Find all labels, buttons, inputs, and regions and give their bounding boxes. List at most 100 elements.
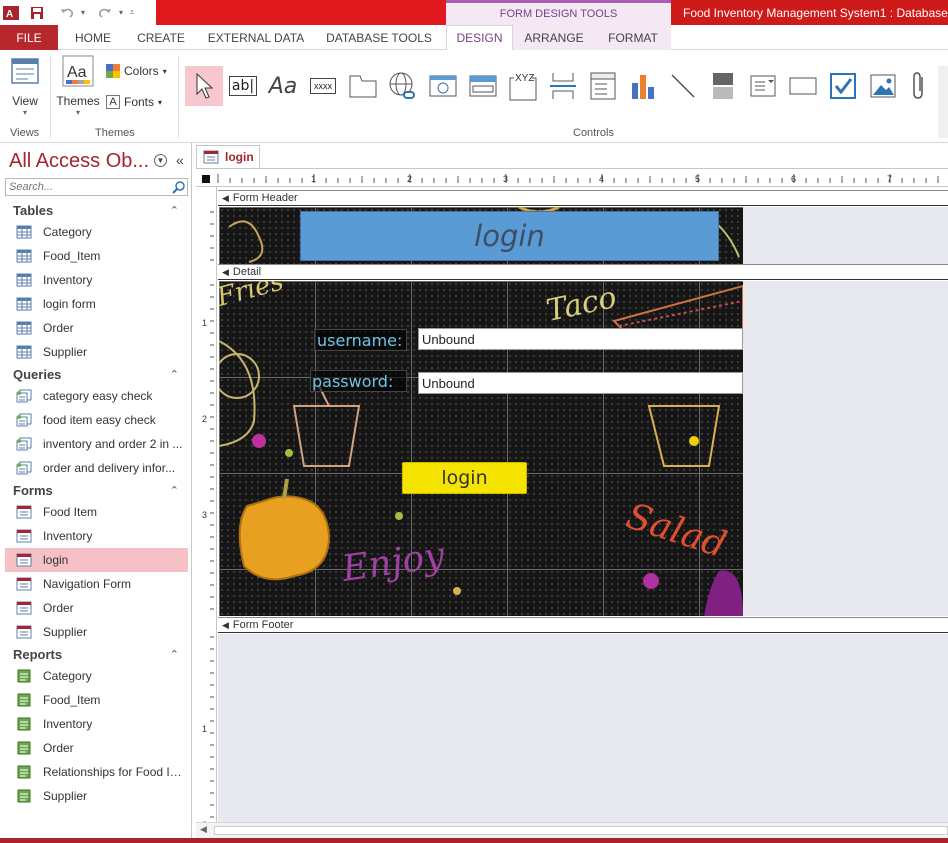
page-break-control-button[interactable] <box>544 66 582 106</box>
nav-search-input[interactable] <box>6 181 169 193</box>
attachment-control-button[interactable] <box>904 66 936 106</box>
nav-item-report[interactable]: Food_Item <box>0 688 191 712</box>
nav-item-form[interactable]: Inventory <box>0 524 191 548</box>
line-control-button[interactable] <box>664 66 702 106</box>
nav-item-table[interactable]: Category <box>0 220 191 244</box>
nav-item-form[interactable]: Food Item <box>0 500 191 524</box>
nav-item-form[interactable]: login <box>5 548 188 572</box>
nav-item-query[interactable]: order and delivery infor... <box>0 456 191 480</box>
nav-menu-dropdown-icon[interactable]: ▼ <box>154 153 167 167</box>
scroll-left-icon[interactable]: ◀ <box>200 824 207 835</box>
nav-group-queries[interactable]: Queries ⌃ <box>0 364 191 384</box>
collapse-group-icon[interactable]: ⌃ <box>170 484 179 497</box>
combo-box-control-button[interactable] <box>584 66 622 106</box>
colors-button[interactable]: Colors ▾ <box>106 64 167 78</box>
tab-database-tools[interactable]: DATABASE TOOLS <box>318 25 440 50</box>
collapse-pane-icon[interactable]: « <box>176 152 184 168</box>
tab-arrange[interactable]: ARRANGE <box>513 25 595 50</box>
controls-gallery-scrollbar[interactable] <box>938 66 948 138</box>
navigation-pane: All Access Ob... ▼ « Tables ⌃ Category Food… <box>0 143 192 838</box>
nav-item-query[interactable]: food item easy check <box>0 408 191 432</box>
image-control-button[interactable] <box>864 66 902 106</box>
report-icon <box>16 717 32 731</box>
nav-item-query[interactable]: category easy check <box>0 384 191 408</box>
nav-item-table[interactable]: Order <box>0 316 191 340</box>
label-control-button[interactable]: Aa <box>264 66 302 106</box>
horizontal-scrollbar[interactable]: ◀ <box>196 822 948 838</box>
access-app-icon[interactable]: A <box>0 2 22 24</box>
toggle-button-control-button[interactable] <box>704 66 742 106</box>
form-header-section-bar[interactable]: ◀ Form Header <box>218 190 948 206</box>
redo-dropdown-icon[interactable]: ▾ <box>116 2 126 24</box>
document-tab-divider <box>196 168 948 169</box>
nav-item-table[interactable]: Inventory <box>0 268 191 292</box>
nav-item-query[interactable]: inventory and order 2 in ... <box>0 432 191 456</box>
form-icon <box>16 577 32 591</box>
ruler-number: 5 <box>695 174 700 184</box>
nav-item-report[interactable]: Supplier <box>0 784 191 808</box>
view-button[interactable]: View ▾ <box>6 56 44 117</box>
undo-dropdown-icon[interactable]: ▾ <box>78 2 88 24</box>
tab-format[interactable]: FORMAT <box>595 25 671 50</box>
ribbon: View ▾ Views Aa Themes ▾ Colors ▾ A Font… <box>0 50 948 143</box>
tab-control-button[interactable] <box>344 66 382 106</box>
tab-external-data[interactable]: EXTERNAL DATA <box>194 25 318 50</box>
header-title-label[interactable]: login <box>300 211 719 261</box>
contextual-tab-header: FORM DESIGN TOOLS <box>446 0 671 25</box>
rectangle-control-button[interactable] <box>784 66 822 106</box>
document-tab-login[interactable]: login <box>196 145 260 168</box>
nav-item-table[interactable]: Supplier <box>0 340 191 364</box>
form-footer-section-bar[interactable]: ◀ Form Footer <box>218 617 948 633</box>
web-browser-control-button[interactable] <box>424 66 462 106</box>
nav-group-tables[interactable]: Tables ⌃ <box>0 200 191 220</box>
collapse-group-icon[interactable]: ⌃ <box>170 648 179 661</box>
collapse-group-icon[interactable]: ⌃ <box>170 204 179 217</box>
username-label[interactable]: username: <box>314 329 407 351</box>
password-label[interactable]: password: <box>310 370 407 392</box>
nav-group-forms[interactable]: Forms ⌃ <box>0 480 191 500</box>
hyperlink-control-button[interactable] <box>384 66 422 106</box>
group-label-views: Views <box>10 127 40 139</box>
check-box-control-button[interactable] <box>824 66 862 106</box>
password-textbox[interactable]: Unbound <box>418 372 743 394</box>
nav-pane-title[interactable]: All Access Ob... <box>9 150 149 173</box>
nav-item-report[interactable]: Inventory <box>0 712 191 736</box>
nav-item-table[interactable]: Food_Item <box>0 244 191 268</box>
tab-home[interactable]: HOME <box>58 25 128 50</box>
tab-create[interactable]: CREATE <box>128 25 194 50</box>
tab-file[interactable]: FILE <box>0 25 58 50</box>
nav-item-form[interactable]: Navigation Form <box>0 572 191 596</box>
collapse-group-icon[interactable]: ⌃ <box>170 368 179 381</box>
nav-item-form[interactable]: Supplier <box>0 620 191 644</box>
nav-item-report[interactable]: Category <box>0 664 191 688</box>
table-icon <box>16 321 32 335</box>
login-button[interactable]: login <box>402 462 527 494</box>
fonts-button[interactable]: A Fonts ▾ <box>106 95 162 109</box>
option-group-control-button[interactable]: XYZ <box>504 66 542 106</box>
nav-group-reports[interactable]: Reports ⌃ <box>0 644 191 664</box>
chevron-down-icon: ▾ <box>75 108 80 117</box>
detail-section-bar[interactable]: ◀ Detail <box>218 264 948 280</box>
chart-control-button[interactable] <box>624 66 662 106</box>
nav-item-report[interactable]: Order <box>0 736 191 760</box>
nav-item-label: Navigation Form <box>43 577 132 591</box>
nav-item-label: Food Item <box>43 505 98 519</box>
button-control-button[interactable]: xxxx <box>304 66 342 106</box>
tab-design[interactable]: DESIGN <box>446 25 513 51</box>
textbox-control-button[interactable]: ab| <box>224 66 262 106</box>
undo-icon[interactable] <box>56 2 78 24</box>
redo-icon[interactable] <box>94 2 116 24</box>
customize-qat-icon[interactable]: ⩡ <box>126 2 138 24</box>
navigation-control-button[interactable] <box>464 66 502 106</box>
scrollbar-thumb[interactable] <box>214 826 948 835</box>
save-icon[interactable] <box>26 2 48 24</box>
nav-item-label: inventory and order 2 in ... <box>43 437 183 451</box>
search-icon[interactable] <box>169 179 187 195</box>
nav-item-report[interactable]: Relationships for Food In... <box>0 760 191 784</box>
nav-item-form[interactable]: Order <box>0 596 191 620</box>
themes-button[interactable]: Aa Themes ▾ <box>56 55 100 117</box>
nav-item-table[interactable]: login form <box>0 292 191 316</box>
username-textbox[interactable]: Unbound <box>418 328 743 350</box>
list-box-control-button[interactable] <box>744 66 782 106</box>
select-pointer-button[interactable] <box>185 66 223 106</box>
